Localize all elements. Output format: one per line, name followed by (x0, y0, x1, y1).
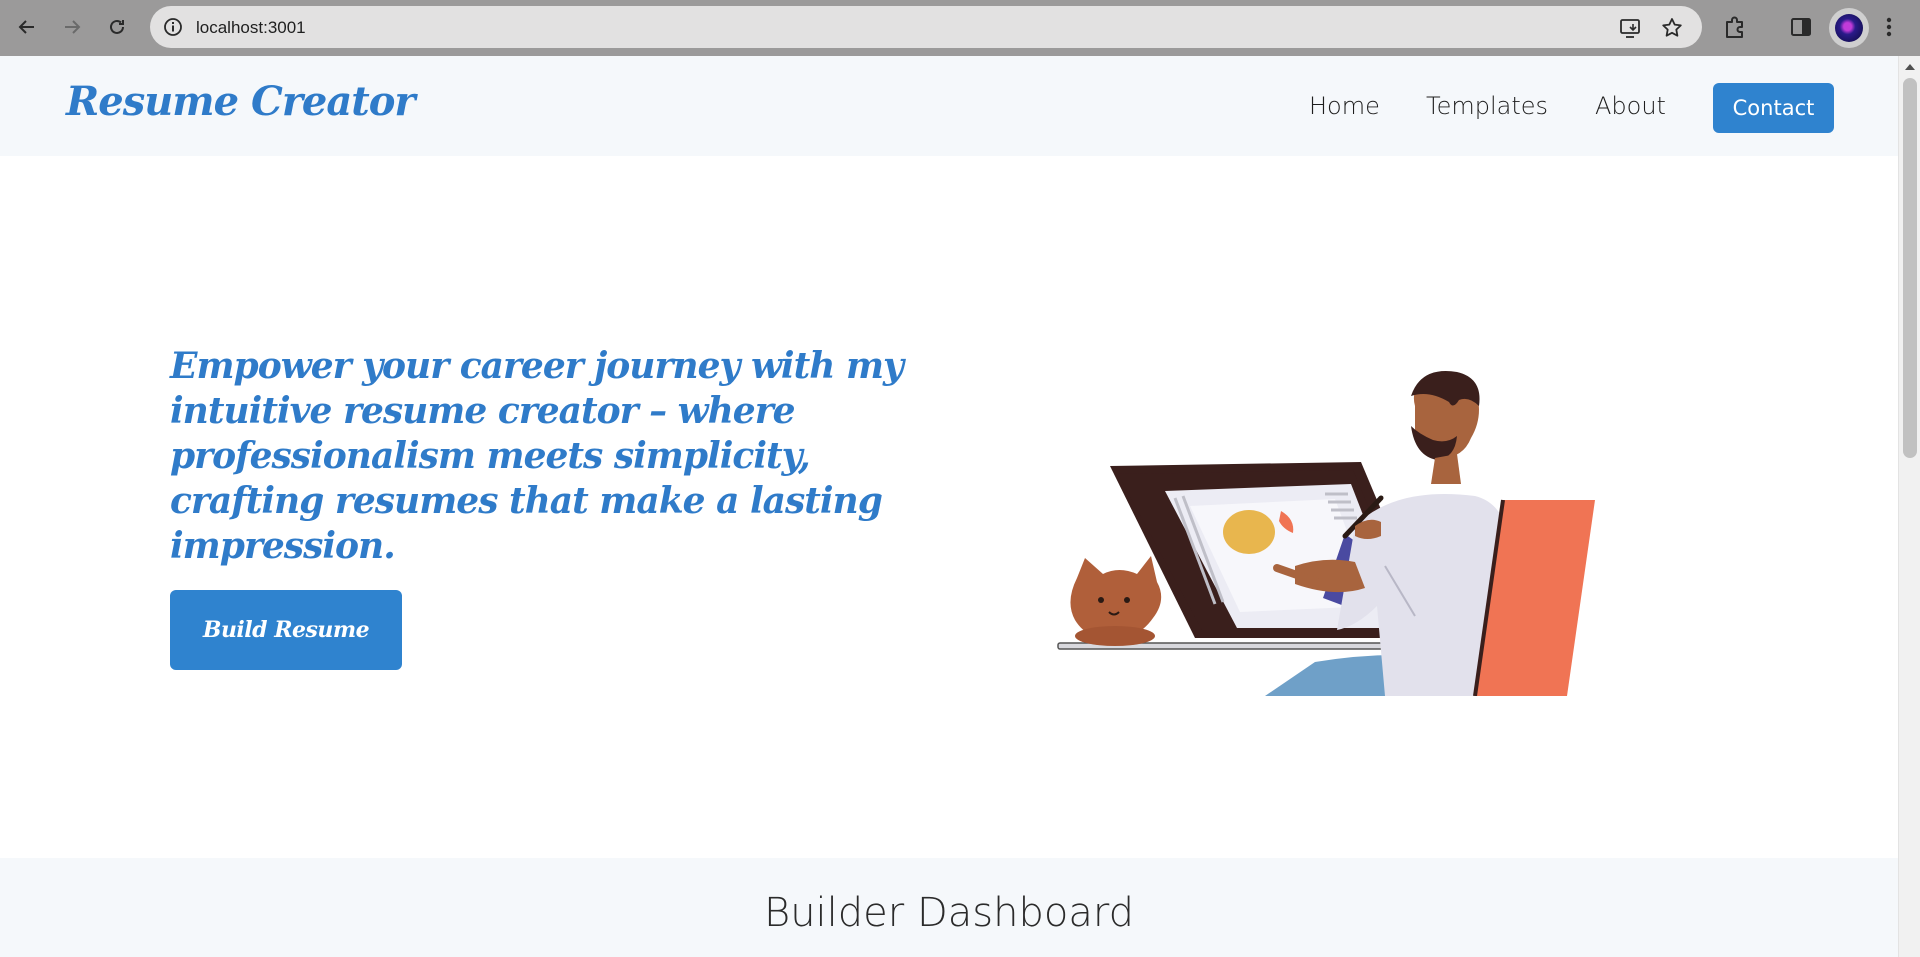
url-text[interactable]: localhost:3001 (196, 18, 306, 38)
nav-about-link[interactable]: About (1595, 92, 1666, 120)
nav-templates-link[interactable]: Templates (1426, 92, 1548, 120)
page-scrollbar[interactable] (1898, 56, 1920, 957)
browser-toolbar: localhost:3001 (0, 0, 1920, 56)
nav-home-link[interactable]: Home (1309, 92, 1380, 120)
back-button[interactable] (10, 10, 44, 44)
designer-illustration (1057, 371, 1595, 696)
scroll-thumb[interactable] (1903, 78, 1917, 458)
site-logo[interactable]: Resume Creator (66, 78, 415, 125)
profile-avatar[interactable] (1829, 8, 1869, 48)
star-icon[interactable] (1660, 16, 1684, 40)
reload-button[interactable] (100, 10, 134, 44)
install-app-icon[interactable] (1618, 16, 1642, 40)
dashboard-section: Builder Dashboard (0, 858, 1898, 957)
site-header: Resume Creator Home Templates About Cont… (0, 56, 1898, 156)
address-bar[interactable]: localhost:3001 (150, 6, 1702, 48)
puzzle-icon[interactable] (1722, 14, 1748, 40)
forward-button[interactable] (55, 10, 89, 44)
avatar-image (1835, 14, 1863, 42)
dashboard-title: Builder Dashboard (764, 890, 1134, 936)
reload-icon (110, 19, 124, 34)
side-panel-icon[interactable] (1788, 14, 1814, 40)
scroll-up-arrow[interactable] (1905, 64, 1915, 70)
arrow-right-icon (65, 20, 81, 34)
contact-button[interactable]: Contact (1713, 83, 1834, 133)
hero-headline: Empower your career journey with my intu… (170, 345, 904, 567)
page-viewport: Resume Creator Home Templates About Cont… (0, 56, 1898, 957)
info-icon[interactable] (162, 16, 184, 38)
build-resume-button[interactable]: Build Resume (170, 590, 402, 670)
arrow-left-icon (18, 20, 34, 34)
kebab-menu-icon[interactable] (1880, 14, 1898, 40)
cat-figure (1070, 556, 1162, 646)
